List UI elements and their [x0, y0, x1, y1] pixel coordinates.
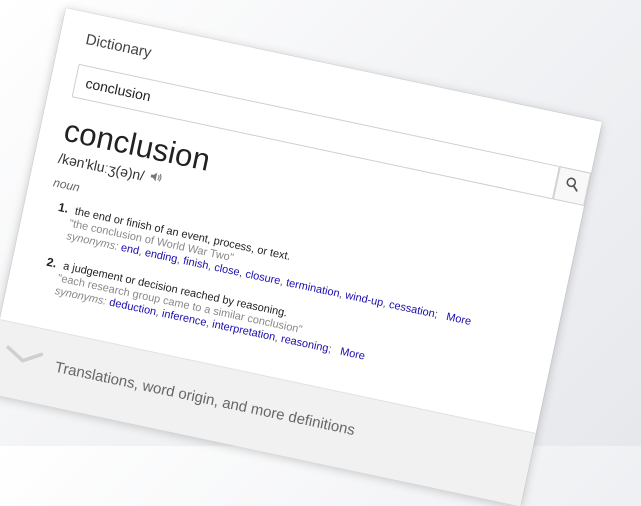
speaker-icon[interactable]: [149, 170, 165, 186]
chevron-down-icon[interactable]: [2, 344, 44, 372]
more-definitions-bar[interactable]: Translations, word origin, and more defi…: [0, 319, 536, 506]
dictionary-card: Dictionary conclusion /kən'kluːʒ(ə)n/ no…: [0, 8, 603, 506]
sense-number: 1.: [57, 199, 70, 216]
card-title: Dictionary: [84, 31, 153, 62]
sense-number: 2.: [45, 254, 59, 271]
part-of-speech: noun: [52, 175, 82, 195]
search-icon: [563, 175, 581, 196]
search-button[interactable]: [552, 166, 592, 207]
more-definitions-text[interactable]: Translations, word origin, and more defi…: [53, 359, 356, 439]
